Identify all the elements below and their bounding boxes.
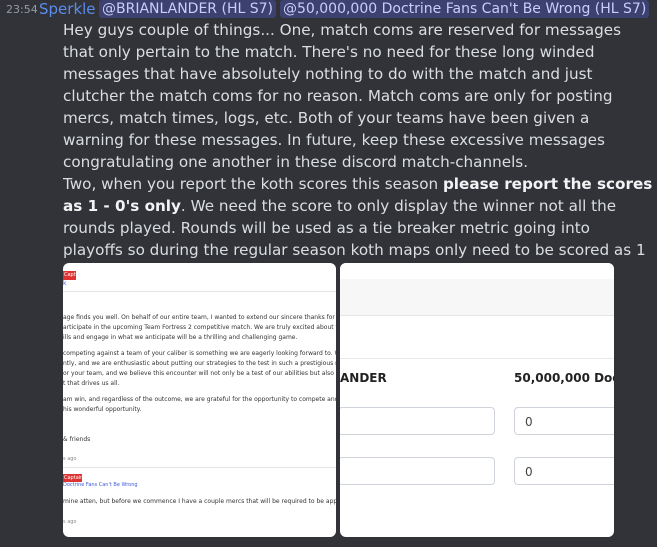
paragraph-2-text-a: Two, when you report the koth scores thi… — [63, 175, 443, 193]
thread-line: age finds you well. On behalf of our ent… — [63, 314, 336, 321]
score-input-team2-round2[interactable]: 0 — [514, 457, 614, 485]
mention-doctrine-fans[interactable]: @50,000,000 Doctrine Fans Can't Be Wrong… — [280, 0, 650, 18]
thread-line: ntly, and we are enthusiastic about putt… — [63, 360, 336, 367]
time-ago: s ago — [63, 519, 77, 525]
thread-line: t that drives us all. — [63, 380, 120, 387]
team1-header: ANDER — [340, 371, 387, 385]
divider — [63, 291, 336, 292]
score-input-team1-round2[interactable] — [340, 457, 495, 485]
thread-line: articipate in the upcoming Team Fortress… — [63, 324, 336, 331]
message-timestamp: 23:54 — [6, 3, 38, 16]
thread-line: am win, and regardless of the outcome, w… — [63, 396, 336, 403]
thread-line: or your team, and we believe this encoun… — [63, 370, 336, 377]
message-author[interactable]: Sperkle — [39, 0, 96, 18]
team2-header: 50,000,000 Doctr — [514, 371, 614, 385]
thread-line: competing against a team of your caliber… — [63, 350, 336, 357]
score-input-team1-round1[interactable] — [340, 407, 495, 435]
attachment1-subtext: k — [63, 280, 67, 287]
message-paragraph-1: Hey guys couple of things... One, match … — [63, 21, 622, 171]
thread-line: mine atten, but before we commence I hav… — [63, 498, 336, 505]
team-name: Doctrine Fans Can't Be Wrong — [63, 482, 138, 488]
captain-badge: Captain — [63, 474, 84, 482]
thread-line: his wonderful opportunity. — [63, 406, 142, 413]
image-attachment-1[interactable]: Captain k age finds you well. On behalf … — [63, 263, 336, 537]
thread-line: & friends — [63, 436, 91, 443]
time-ago: s ago — [63, 456, 77, 462]
thread-line: ills and engage in what we anticipate wi… — [63, 334, 298, 341]
divider — [340, 358, 614, 359]
form-top — [340, 263, 614, 279]
divider — [63, 467, 336, 468]
score-input-team2-round1[interactable]: 0 — [514, 407, 614, 435]
form-header-band — [340, 279, 614, 316]
image-attachment-2[interactable]: ANDER 50,000,000 Doctr 0 0 — [340, 263, 614, 537]
mention-brianlander[interactable]: @BRIANLANDER (HL S7) — [99, 0, 276, 18]
captain-badge: Captain — [63, 271, 84, 280]
chat-message: 23:54 Sperkle @BRIANLANDER (HL S7) @50,0… — [0, 0, 657, 547]
